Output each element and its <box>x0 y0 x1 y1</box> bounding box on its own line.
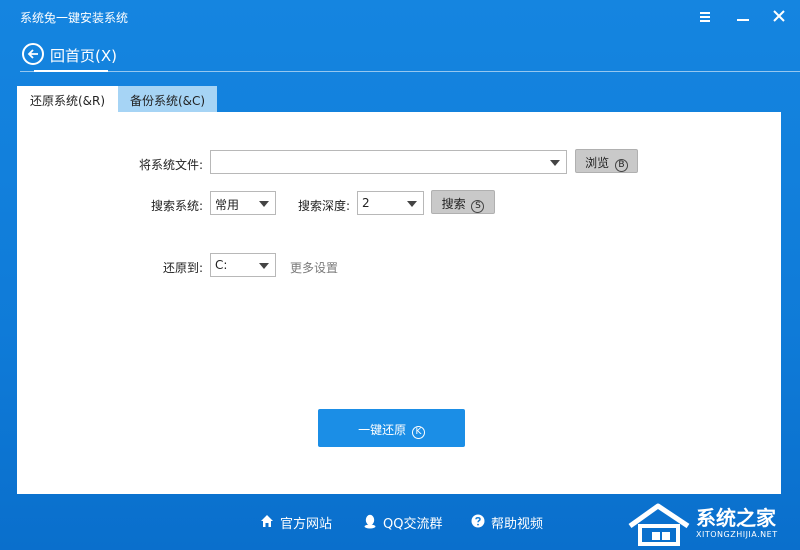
restore-to-label: 还原到: <box>163 261 204 275</box>
restore-shortcut-key: K <box>411 426 425 439</box>
search-depth-value: 2 <box>362 196 370 210</box>
restore-to-value: C: <box>215 258 228 272</box>
official-site-label: 官方网站 <box>280 517 333 532</box>
more-settings-link[interactable]: 更多设置 <box>290 259 338 276</box>
search-depth-select[interactable]: 2 <box>357 191 424 215</box>
one-click-restore-button[interactable]: 一键还原 K <box>318 409 465 447</box>
tab-backup-system[interactable]: 备份系统(&C) <box>118 86 217 112</box>
search-system-label: 搜索系统: <box>151 199 204 213</box>
header-divider-highlight <box>34 70 108 72</box>
chevron-down-icon <box>259 201 269 207</box>
header-divider <box>20 71 800 72</box>
chevron-down-icon <box>407 201 417 207</box>
browse-label: 浏览 <box>585 156 610 170</box>
watermark-subtext: XITONGZHIJIA.NET <box>696 530 778 539</box>
tab-restore-system[interactable]: 还原系统(&R) <box>17 86 118 112</box>
menu-icon[interactable] <box>692 4 718 28</box>
qq-penguin-icon <box>364 514 376 529</box>
help-icon <box>471 514 485 528</box>
search-system-select[interactable]: 常用 <box>210 191 276 215</box>
system-file-select[interactable] <box>210 150 567 174</box>
search-button[interactable]: 搜索 S <box>431 190 495 214</box>
back-arrow-icon <box>22 43 44 65</box>
restore-to-select[interactable]: C: <box>210 253 276 277</box>
house-logo-icon <box>628 503 690 546</box>
search-system-value: 常用 <box>215 198 240 212</box>
browse-button[interactable]: 浏览 B <box>575 149 638 173</box>
minimize-icon[interactable] <box>731 4 757 28</box>
search-depth-label: 搜索深度: <box>298 199 351 213</box>
one-click-restore-label: 一键还原 <box>358 423 407 437</box>
chevron-down-icon <box>550 160 560 166</box>
qq-group-label: QQ交流群 <box>383 517 443 532</box>
search-label: 搜索 <box>441 197 466 211</box>
title-bar: 系统兔一键安装系统 <box>0 0 800 34</box>
restore-panel: 将系统文件: 浏览 B 搜索系统: 常用 搜索深度: 2 搜索 S 还原到: C… <box>17 112 781 494</box>
system-file-label: 将系统文件: <box>139 158 204 172</box>
search-shortcut-key: S <box>471 200 485 213</box>
chevron-down-icon <box>259 263 269 269</box>
app-window: 系统兔一键安装系统 回首页(X) 还原系统(&R) 备份系统(&C) 将系统文件… <box>0 0 800 550</box>
back-home-label: 回首页(X) <box>50 47 117 65</box>
close-icon[interactable] <box>767 4 793 28</box>
help-video-label: 帮助视频 <box>491 517 544 532</box>
window-title: 系统兔一键安装系统 <box>20 11 129 25</box>
browse-shortcut-key: B <box>614 159 628 172</box>
watermark-logo: 系统之家 XITONGZHIJIA.NET <box>624 498 800 550</box>
home-icon <box>261 515 273 527</box>
watermark-text: 系统之家 <box>696 506 776 530</box>
